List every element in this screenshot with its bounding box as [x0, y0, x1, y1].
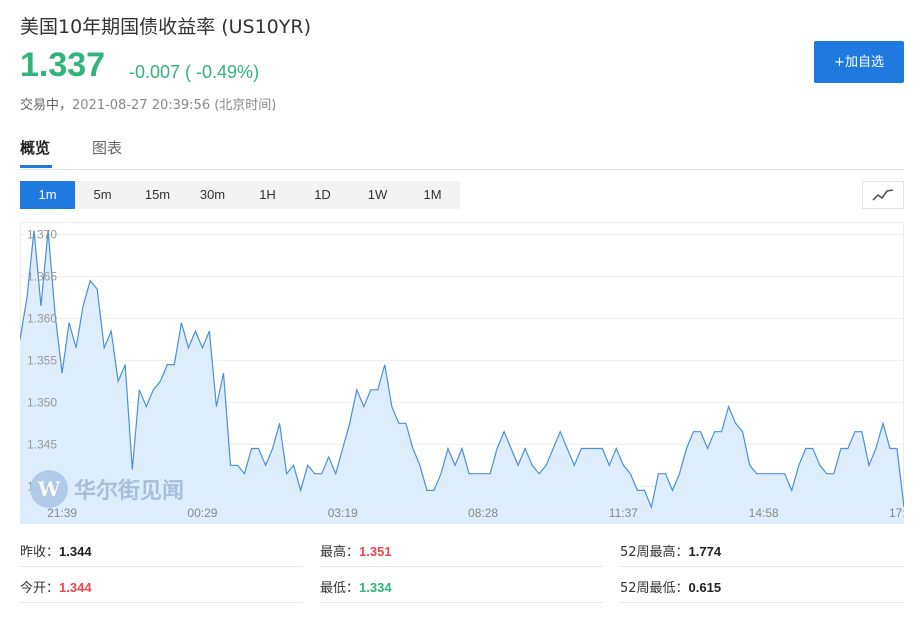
stat-label: 最低： — [320, 581, 360, 596]
divider — [320, 566, 603, 567]
line-chart-icon — [872, 189, 894, 201]
stat-52w-high: 52周最高：1.774 — [620, 541, 721, 560]
y-tick-label: 1.345 — [27, 437, 57, 451]
stat-value: 1.774 — [688, 544, 722, 559]
period-1d[interactable]: 1D — [295, 181, 350, 209]
instrument-title: 美国10年期国债收益率 (US10YR) — [20, 16, 311, 38]
y-tick-label: 1.350 — [27, 395, 57, 409]
x-tick-label: 11:37 — [609, 506, 638, 520]
brand-name: 华尔街见闻 — [74, 478, 185, 504]
stat-value: 0.615 — [688, 580, 722, 595]
brand-logo-icon: W — [30, 470, 68, 508]
stat-label: 最高： — [320, 545, 360, 560]
period-1h[interactable]: 1H — [240, 181, 295, 209]
stat-value: 1.351 — [359, 544, 392, 559]
divider — [320, 602, 603, 603]
x-tick-label: 00:29 — [187, 506, 217, 520]
status-text: 交易中， — [20, 98, 73, 113]
divider — [20, 566, 303, 567]
period-15m[interactable]: 15m — [130, 181, 185, 209]
watermark: W 华尔街见闻 — [30, 470, 184, 508]
current-price: 1.337 — [20, 46, 106, 84]
active-tab-indicator — [20, 165, 52, 168]
chart-type-toggle[interactable] — [862, 181, 904, 209]
tab-chart[interactable]: 图表 — [92, 137, 122, 158]
period-1m[interactable]: 1m — [20, 181, 75, 209]
stat-low: 最低：1.334 — [320, 577, 392, 596]
stat-value: 1.334 — [359, 580, 392, 595]
period-5m[interactable]: 5m — [75, 181, 130, 209]
stat-value: 1.344 — [59, 544, 92, 559]
stat-label: 昨收： — [20, 545, 60, 560]
period-30m[interactable]: 30m — [185, 181, 240, 209]
tab-bar: 概览 图表 — [20, 127, 904, 170]
x-tick-label: 08:28 — [468, 506, 498, 520]
stat-label: 今开： — [20, 581, 60, 596]
stat-prev-close: 昨收：1.344 — [20, 541, 92, 560]
y-tick-label: 1.365 — [27, 270, 57, 284]
y-tick-label: 1.360 — [27, 311, 57, 325]
divider — [620, 602, 904, 603]
timestamp: 2021-08-27 20:39:56 (北京时间) — [72, 98, 277, 113]
period-1w[interactable]: 1W — [350, 181, 405, 209]
divider — [620, 566, 904, 567]
divider — [20, 602, 303, 603]
tab-overview[interactable]: 概览 — [20, 137, 50, 158]
price-change: -0.007 ( -0.49%) — [129, 62, 260, 82]
stat-label: 52周最高： — [620, 545, 689, 560]
x-tick-label: 14:58 — [749, 506, 779, 520]
stat-open: 今开：1.344 — [20, 577, 92, 596]
stat-52w-low: 52周最低：0.615 — [620, 577, 721, 596]
x-tick-label: 17:49 — [889, 506, 904, 520]
y-tick-label: 1.370 — [27, 228, 57, 242]
add-watchlist-button[interactable]: +加自选 — [814, 41, 904, 83]
y-tick-label: 1.355 — [27, 353, 57, 367]
period-1mo[interactable]: 1M — [405, 181, 460, 209]
stat-high: 最高：1.351 — [320, 541, 392, 560]
x-tick-label: 03:19 — [328, 506, 358, 520]
stat-value: 1.344 — [59, 580, 92, 595]
period-selector: 1m 5m 15m 30m 1H 1D 1W 1M — [20, 181, 460, 209]
trading-status: 交易中，2021-08-27 20:39:56 (北京时间) — [20, 94, 276, 113]
stat-label: 52周最低： — [620, 581, 689, 596]
x-tick-label: 21:39 — [47, 506, 77, 520]
